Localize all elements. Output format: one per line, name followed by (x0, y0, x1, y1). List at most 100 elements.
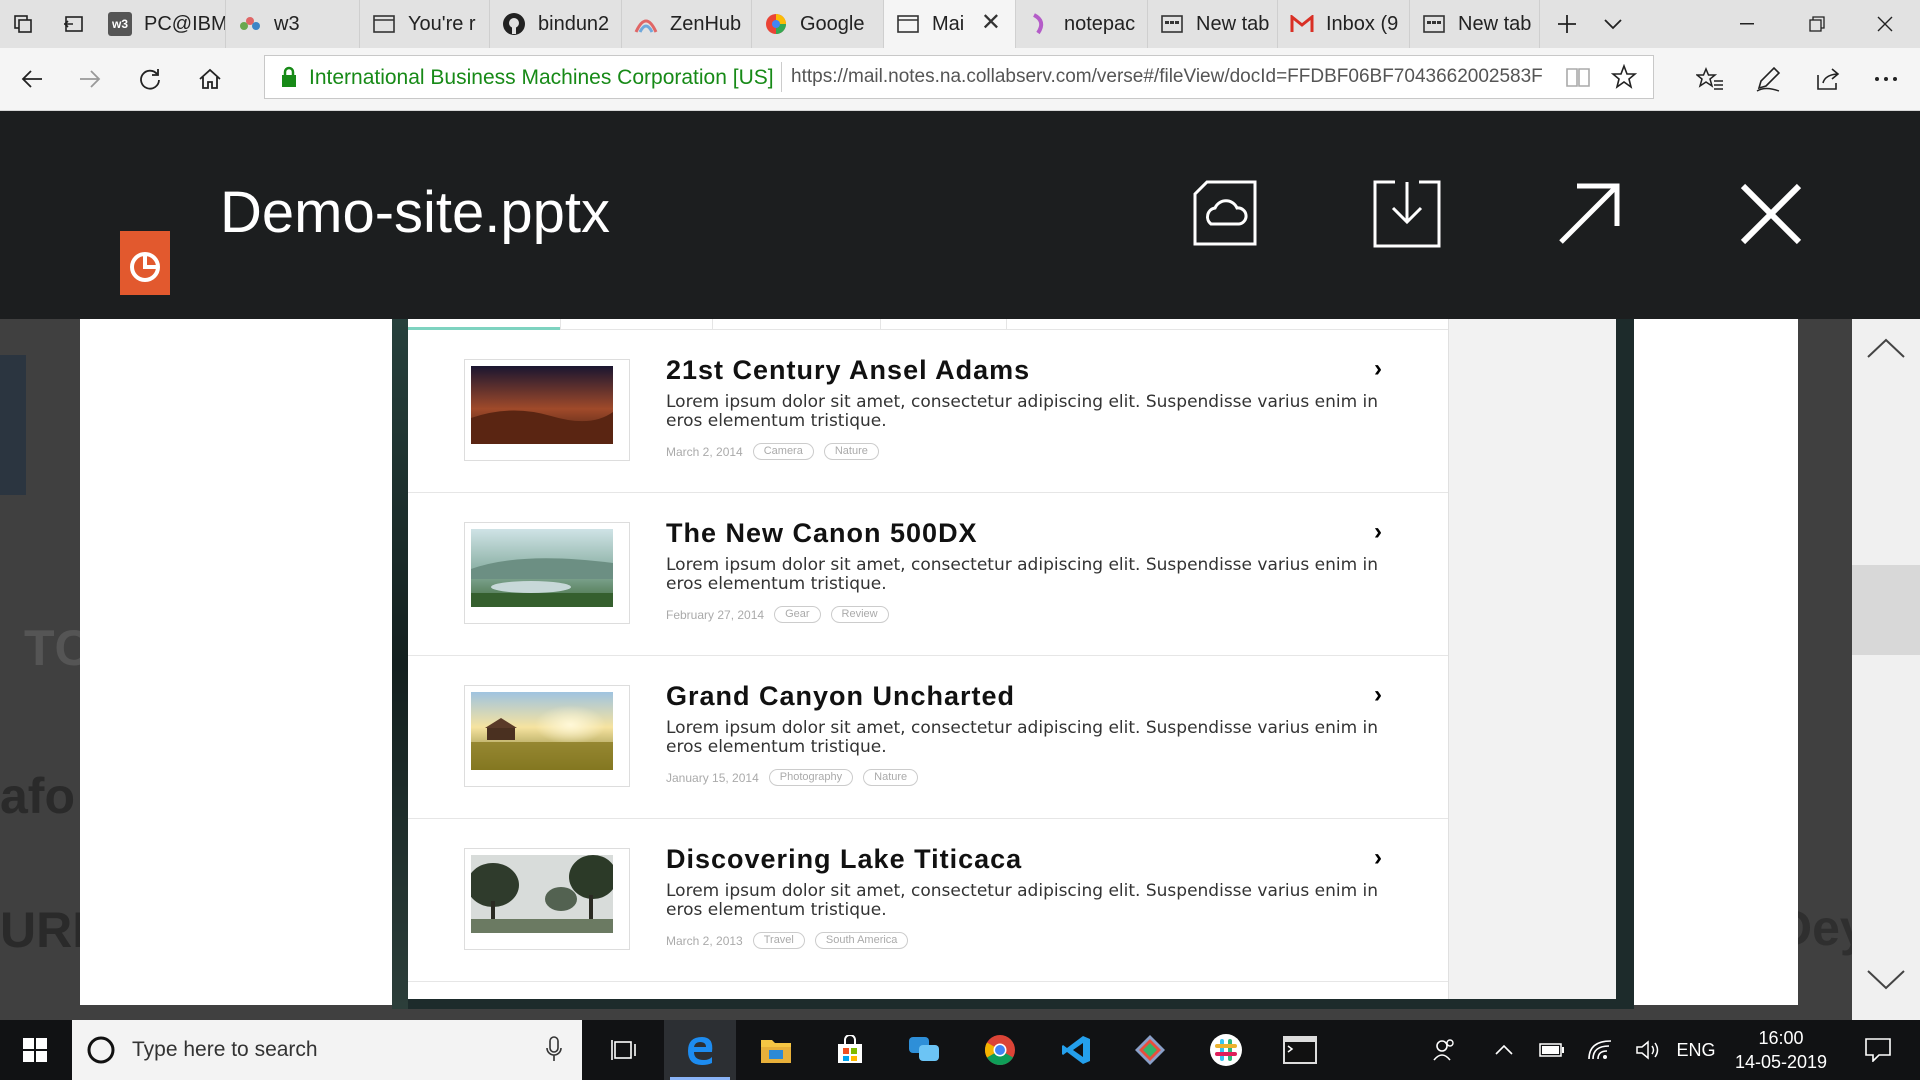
command-prompt-icon[interactable] (1264, 1020, 1336, 1080)
refresh-icon[interactable] (126, 56, 174, 102)
post-date: January 15, 2014 (666, 770, 759, 785)
w3-icon: w3 (108, 12, 132, 36)
post-date: February 27, 2014 (666, 607, 765, 622)
tab-label: You're r (408, 12, 476, 35)
edge-browser-icon[interactable] (664, 1020, 736, 1080)
tab-mail-active[interactable]: Mai ✕ (884, 0, 1016, 48)
close-tab-icon[interactable]: ✕ (981, 11, 1001, 35)
set-aside-tabs-icon[interactable] (0, 0, 46, 48)
favorites-hub-icon[interactable] (1686, 56, 1734, 102)
tab-pc-ibm[interactable]: w3 PC@IBM (96, 0, 226, 48)
github-icon (502, 12, 526, 36)
post-date: March 2, 2014 (666, 444, 743, 459)
scroll-up-icon[interactable] (1866, 337, 1906, 364)
back-icon[interactable] (8, 56, 56, 102)
restore-icon[interactable] (1782, 0, 1852, 48)
battery-icon[interactable] (1530, 1020, 1574, 1080)
page-icon (372, 12, 396, 36)
post-meta: January 15, 2014 Photography Nature (666, 769, 919, 786)
taskbar-search-box[interactable]: Type here to search (72, 1020, 582, 1080)
blog-tab (560, 319, 713, 329)
download-icon[interactable] (1372, 179, 1442, 249)
post-thumbnail (464, 522, 630, 624)
blog-tab (712, 319, 881, 329)
file-explorer-icon[interactable] (740, 1020, 812, 1080)
system-clock[interactable]: 16:00 14-05-2019 (1718, 1026, 1844, 1074)
post-thumbnail (464, 848, 630, 950)
tab-github[interactable]: bindun2 (490, 0, 622, 48)
post-tag: Camera (752, 443, 814, 460)
forward-icon[interactable] (66, 56, 114, 102)
tab-preview-chevron-icon[interactable] (1590, 0, 1636, 48)
post-meta: March 2, 2014 Camera Nature (666, 443, 879, 460)
tab-zenhub[interactable]: ZenHub (622, 0, 752, 48)
reading-view-icon[interactable] (1565, 66, 1591, 93)
home-icon[interactable] (186, 56, 234, 102)
favorite-star-icon[interactable] (1610, 63, 1638, 95)
more-menu-icon[interactable] (1862, 56, 1910, 102)
tab-new-tab-2[interactable]: New tab (1410, 0, 1540, 48)
blog-tab (880, 319, 1007, 329)
microsoft-store-icon[interactable] (814, 1020, 886, 1080)
tab-label: bindun2 (538, 12, 610, 35)
new-tab-plus-icon[interactable] (1544, 0, 1590, 48)
post-tag: Nature (823, 443, 879, 460)
cloud-save-icon[interactable] (1190, 179, 1260, 249)
blog-post-item: Discovering Lake Titicaca Lorem ipsum do… (408, 818, 1448, 982)
post-tag: Nature (863, 769, 919, 786)
chrome-icon[interactable] (964, 1020, 1036, 1080)
task-view-icon[interactable] (588, 1020, 660, 1080)
file-viewer-body: TC afo URL Dey 21st Century Ansel Adams … (0, 319, 1920, 1020)
tab-label: New tab (1196, 12, 1270, 35)
scroll-down-icon[interactable] (1866, 969, 1906, 996)
post-meta: March 2, 2013 Travel South America (666, 932, 909, 949)
blog-card: 21st Century Ansel Adams Lorem ipsum dol… (408, 319, 1616, 999)
git-client-icon[interactable] (1114, 1020, 1186, 1080)
post-tag: South America (814, 932, 909, 949)
tab-new-tab-1[interactable]: New tab (1148, 0, 1278, 48)
tab-label: Google (800, 12, 865, 35)
microphone-icon[interactable] (546, 1036, 562, 1067)
cortana-icon (86, 1035, 116, 1070)
wifi-icon[interactable] (1578, 1020, 1622, 1080)
address-field[interactable]: International Business Machines Corporat… (264, 55, 1654, 99)
close-window-icon[interactable] (1850, 0, 1920, 48)
chevron-right-icon: › (1374, 681, 1382, 708)
slack-icon[interactable] (1190, 1020, 1262, 1080)
newtab-icon (1160, 12, 1184, 36)
open-external-icon[interactable] (1554, 179, 1624, 249)
volume-icon[interactable] (1626, 1020, 1670, 1080)
lock-icon[interactable] (281, 66, 297, 93)
tab-label: w3 (274, 12, 300, 35)
pen-notes-icon[interactable] (1744, 56, 1792, 102)
close-viewer-icon[interactable] (1736, 179, 1806, 249)
vscode-icon[interactable] (1040, 1020, 1112, 1080)
chevron-up-icon[interactable] (1482, 1020, 1526, 1080)
sametime-chat-icon[interactable] (888, 1020, 960, 1080)
minimize-icon[interactable] (1712, 0, 1782, 48)
share-icon[interactable] (1804, 56, 1852, 102)
people-icon[interactable] (1422, 1020, 1466, 1080)
tab-youre[interactable]: You're r (360, 0, 490, 48)
newtab-icon (1422, 12, 1446, 36)
viewer-scrollbar[interactable] (1852, 319, 1920, 1020)
blog-list: 21st Century Ansel Adams Lorem ipsum dol… (408, 319, 1449, 999)
blog-post-item: Grand Canyon Uncharted Lorem ipsum dolor… (408, 655, 1448, 819)
post-title: Discovering Lake Titicaca (666, 844, 1023, 874)
notepad-icon (1028, 12, 1052, 36)
tab-notepad[interactable]: notepac (1016, 0, 1148, 48)
notifications-icon[interactable] (1848, 1020, 1908, 1080)
windows-start-icon[interactable] (0, 1020, 70, 1080)
tab-label: ZenHub (670, 12, 742, 35)
url-text[interactable]: https://mail.notes.na.collabserv.com/ver… (791, 66, 1547, 88)
tab-label: New tab (1458, 12, 1532, 35)
tab-google[interactable]: Google (752, 0, 884, 48)
show-tabs-aside-icon[interactable] (50, 0, 96, 48)
post-thumbnail (464, 359, 630, 461)
tab-inbox[interactable]: Inbox (9 (1278, 0, 1410, 48)
scrollbar-thumb[interactable] (1852, 565, 1920, 655)
post-tag: Gear (774, 606, 821, 623)
certificate-owner[interactable]: International Business Machines Corporat… (309, 66, 774, 90)
input-language[interactable]: ENG (1672, 1020, 1720, 1080)
tab-w3[interactable]: w3 (226, 0, 360, 48)
